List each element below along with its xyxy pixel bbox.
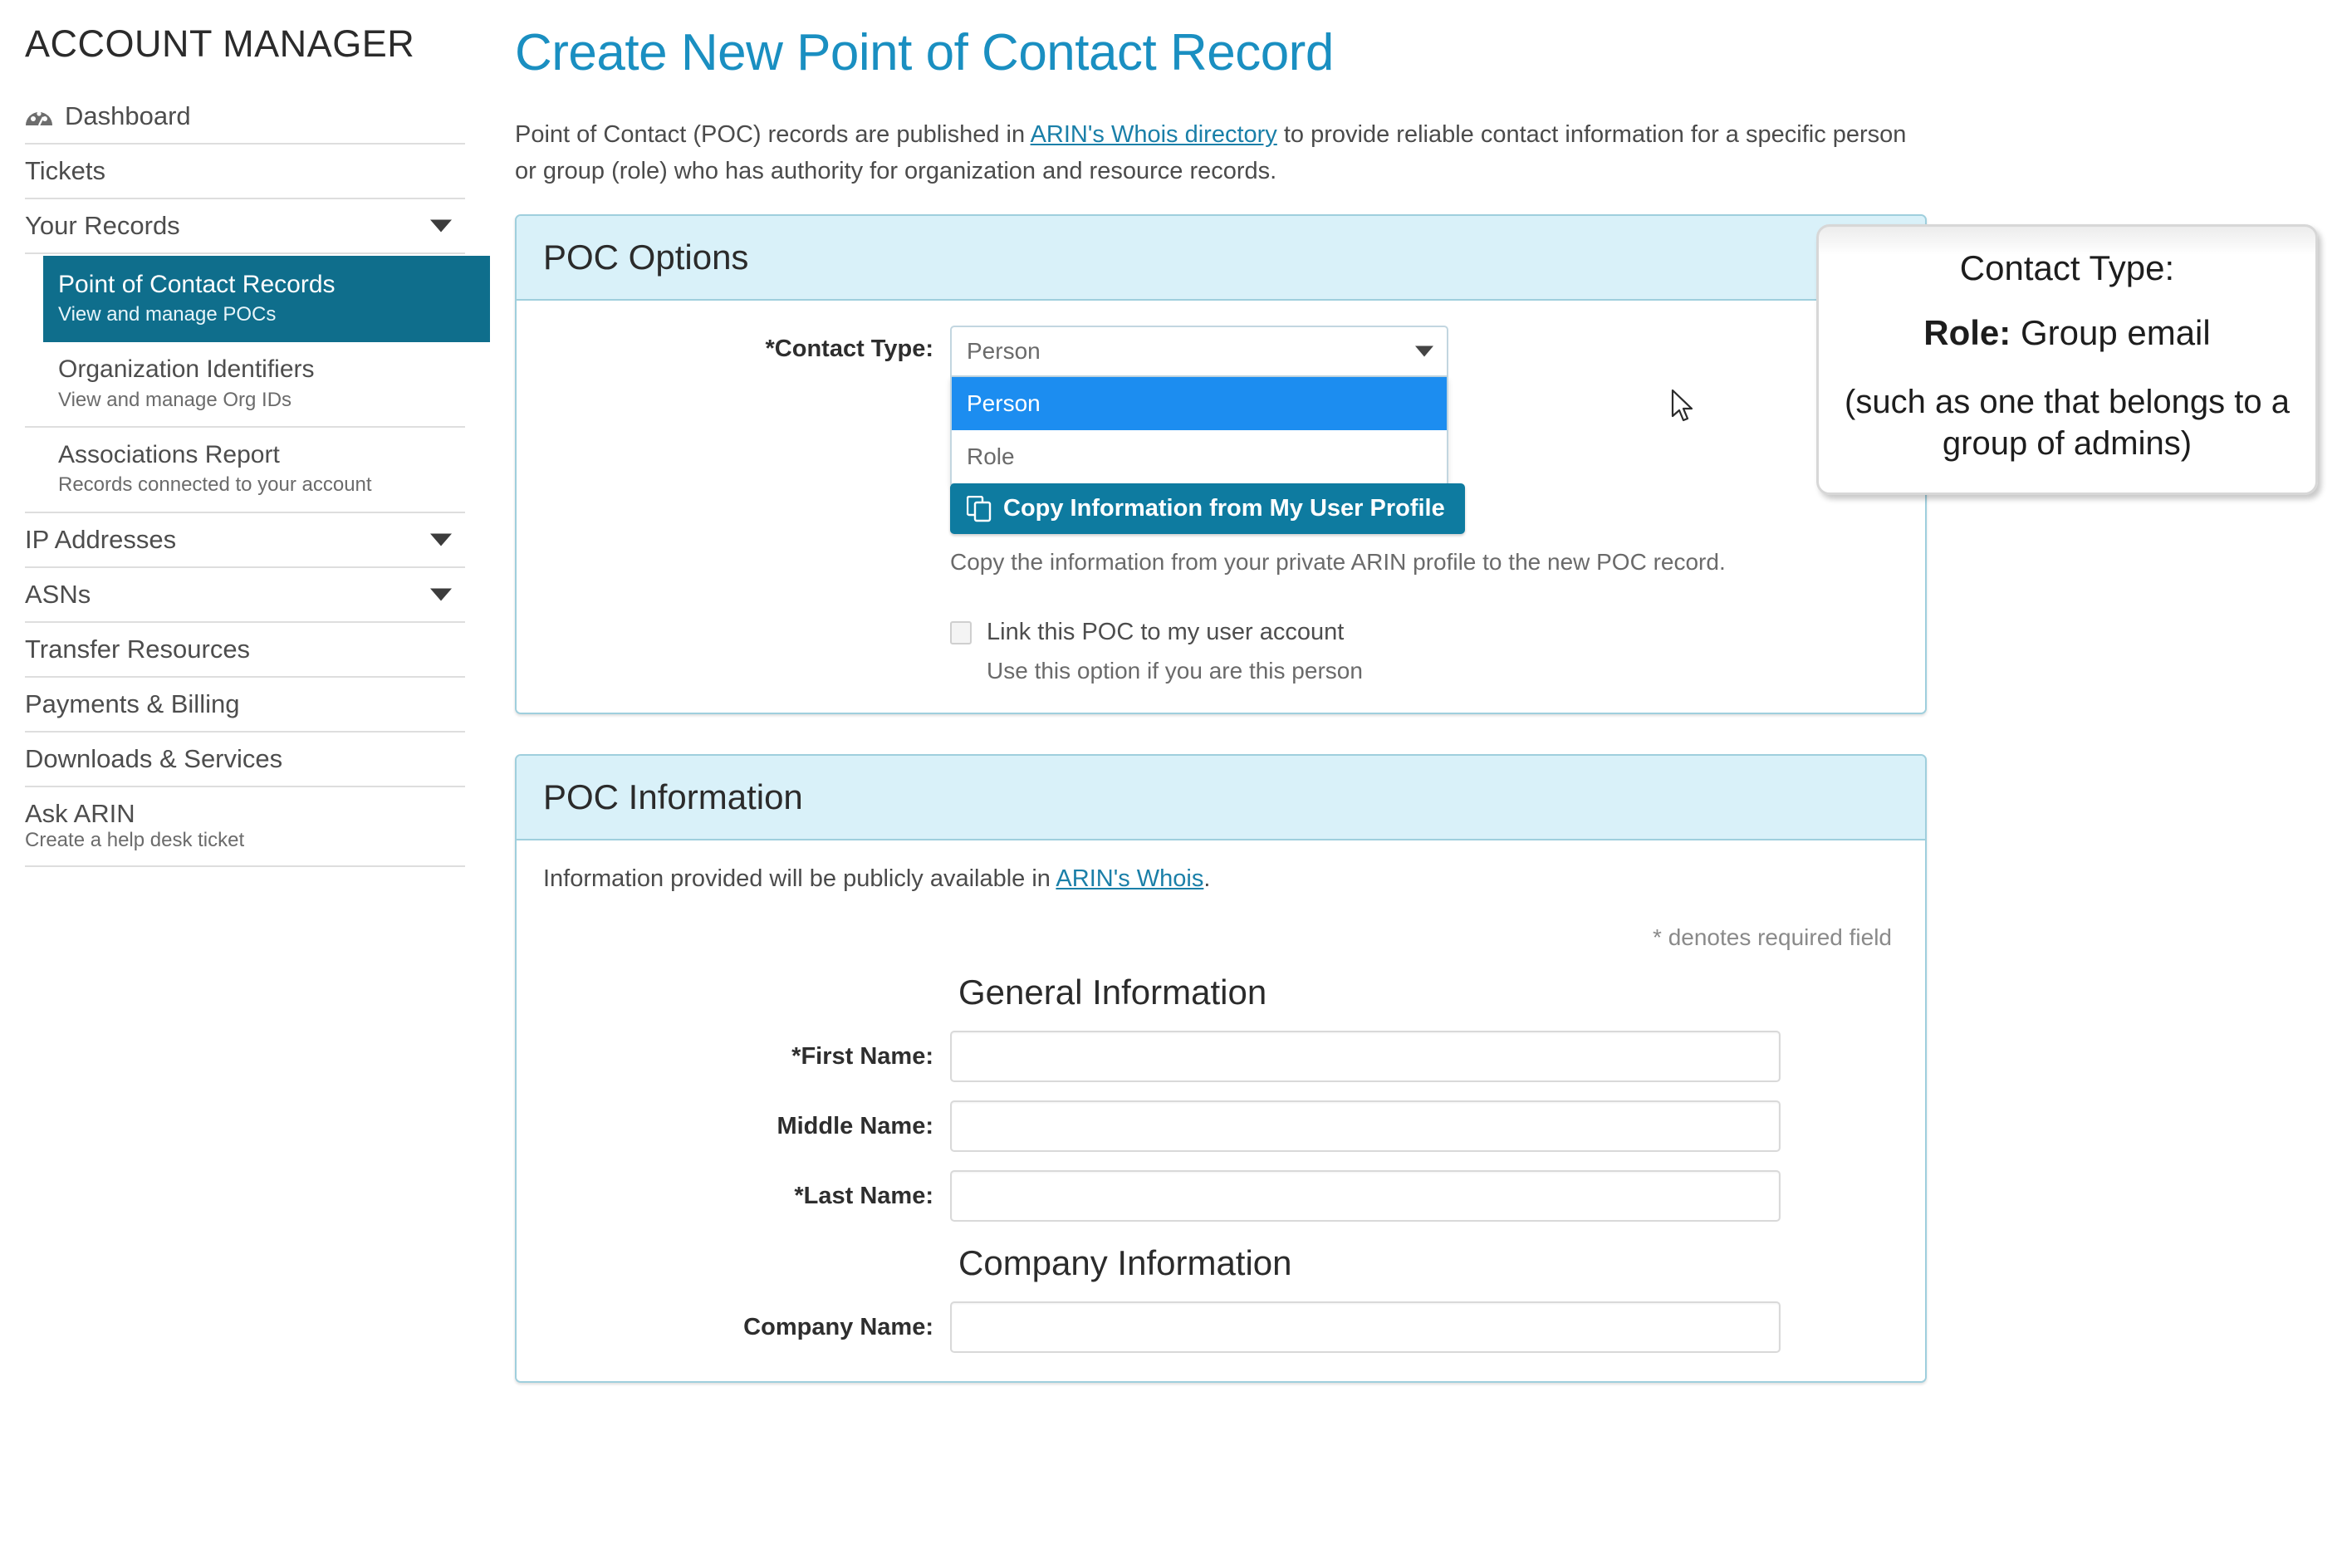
sidebar-title: ACCOUNT MANAGER xyxy=(25,22,415,65)
contact-type-label: *Contact Type: xyxy=(765,336,933,362)
sidebar-subitem-desc: Records connected to your account xyxy=(58,473,372,497)
sidebar-item-transfer-resources[interactable]: Transfer Resources xyxy=(25,623,465,678)
company-information-section-title: Company Information xyxy=(958,1243,1292,1282)
chevron-down-icon xyxy=(430,533,452,546)
callout-line-3: (such as one that belongs to a group of … xyxy=(1845,384,2290,462)
copy-button-label: Copy Information from My User Profile xyxy=(1003,495,1445,522)
poc-note-after: . xyxy=(1203,865,1211,892)
required-field-note: * denotes required field xyxy=(1653,924,1892,950)
poc-options-body: *Contact Type: Person Person Role Copy I… xyxy=(517,301,1925,713)
sidebar-item-organization-identifiers[interactable]: Organization Identifiers View and manage… xyxy=(25,342,465,428)
contact-type-field-row: *Contact Type: Person Person Role Copy I… xyxy=(543,326,1899,684)
dashboard-gauge-icon xyxy=(25,105,53,128)
link-poc-checkbox-sub: Use this option if you are this person xyxy=(987,658,1363,684)
last-name-label: *Last Name: xyxy=(794,1182,933,1209)
callout-line-2: Role: Group email xyxy=(1837,313,2297,353)
middle-name-row: Middle Name: xyxy=(543,1100,1899,1152)
first-name-row: *First Name: xyxy=(543,1031,1899,1082)
intro-paragraph: Point of Contact (POC) records are publi… xyxy=(515,117,1927,189)
sidebar-subitem-desc: View and manage POCs xyxy=(58,303,277,326)
contact-type-control: Person Person Role Copy Information from… xyxy=(950,326,1899,684)
page-title: Create New Point of Contact Record xyxy=(515,24,1334,81)
arin-whois-link[interactable]: ARIN's Whois xyxy=(1056,865,1203,892)
sidebar-item-point-of-contact-records[interactable]: Point of Contact Records View and manage… xyxy=(43,255,490,343)
callout-line-1: Contact Type: xyxy=(1959,248,2175,287)
sidebar-item-associations-report[interactable]: Associations Report Records connected to… xyxy=(25,428,465,513)
poc-information-body: Information provided will be publicly av… xyxy=(517,840,1925,1381)
sidebar-item-dashboard[interactable]: Dashboard xyxy=(25,90,465,145)
chevron-down-icon xyxy=(430,588,452,601)
callout-role-label: Role: xyxy=(1923,313,2011,352)
sidebar-item-label-tickets: Tickets xyxy=(25,155,106,185)
poc-options-panel: POC Options *Contact Type: Person Person… xyxy=(515,214,1927,714)
chevron-down-icon[interactable] xyxy=(1415,345,1433,357)
poc-note-before: Information provided will be publicly av… xyxy=(543,865,1056,892)
app-page: ACCOUNT MANAGER Dashboard Tickets Your R… xyxy=(0,0,2337,1568)
sidebar-item-desc-ask-arin: Create a help desk ticket xyxy=(25,828,245,851)
copy-information-from-my-user-profile-button[interactable]: Copy Information from My User Profile xyxy=(950,483,1465,534)
contact-type-selected-value: Person xyxy=(967,338,1041,364)
sidebar-item-label-dashboard: Dashboard xyxy=(65,100,191,130)
sidebar-subnav-your-records: Point of Contact Records View and manage… xyxy=(25,255,490,513)
general-information-section-title: General Information xyxy=(958,973,1267,1012)
poc-options-title: POC Options xyxy=(543,238,749,277)
sidebar-item-label-ip-addresses: IP Addresses xyxy=(25,524,177,554)
sidebar-item-tickets[interactable]: Tickets xyxy=(25,145,465,199)
poc-options-header: POC Options xyxy=(517,216,1925,301)
sidebar-item-label-transfer-resources: Transfer Resources xyxy=(25,634,251,664)
dropdown-option-role[interactable]: Role xyxy=(952,430,1447,483)
poc-information-note: Information provided will be publicly av… xyxy=(543,865,1899,893)
dropdown-option-person[interactable]: Person xyxy=(952,377,1447,430)
sidebar-item-asns[interactable]: ASNs xyxy=(25,568,465,623)
last-name-row: *Last Name: xyxy=(543,1170,1899,1222)
middle-name-input[interactable] xyxy=(950,1100,1781,1152)
poc-information-title: POC Information xyxy=(543,777,803,816)
contact-type-dropdown-list: Person Role xyxy=(950,377,1448,485)
mouse-cursor-icon xyxy=(1671,389,1696,427)
chevron-down-icon xyxy=(430,219,452,232)
middle-name-label: Middle Name: xyxy=(777,1112,933,1139)
sidebar: ACCOUNT MANAGER Dashboard Tickets Your R… xyxy=(0,0,490,1568)
sidebar-subitem-title: Associations Report xyxy=(58,440,280,468)
intro-text-before: Point of Contact (POC) records are publi… xyxy=(515,121,1031,148)
company-name-label: Company Name: xyxy=(743,1313,933,1340)
contact-type-select[interactable]: Person xyxy=(950,326,1448,377)
poc-information-panel: POC Information Information provided wil… xyxy=(515,754,1927,1383)
sidebar-subitem-desc: View and manage Org IDs xyxy=(58,388,292,411)
copy-helper-text: Copy the information from your private A… xyxy=(950,549,1726,575)
company-name-row: Company Name: xyxy=(543,1301,1899,1353)
sidebar-item-your-records[interactable]: Your Records xyxy=(25,199,465,254)
sidebar-item-label-payments-billing: Payments & Billing xyxy=(25,688,240,718)
link-poc-checkbox-row[interactable]: Link this POC to my user account xyxy=(950,619,1899,646)
contact-type-callout: Contact Type: Role: Group email (such as… xyxy=(1816,224,2318,495)
sidebar-subitem-title: Organization Identifiers xyxy=(58,355,315,384)
first-name-label: *First Name: xyxy=(791,1042,933,1070)
sidebar-item-label-your-records: Your Records xyxy=(25,210,180,240)
sidebar-item-ip-addresses[interactable]: IP Addresses xyxy=(25,513,465,568)
sidebar-subitem-title: Point of Contact Records xyxy=(58,270,336,298)
sidebar-nav: Dashboard Tickets Your Records Point of … xyxy=(0,90,490,867)
sidebar-item-downloads-services[interactable]: Downloads & Services xyxy=(25,733,465,787)
company-name-input[interactable] xyxy=(950,1301,1781,1353)
sidebar-item-label-asns: ASNs xyxy=(25,579,91,609)
link-poc-checkbox[interactable] xyxy=(950,620,972,644)
copy-icon xyxy=(966,495,992,522)
first-name-input[interactable] xyxy=(950,1031,1781,1082)
sidebar-item-payments-billing[interactable]: Payments & Billing xyxy=(25,678,465,733)
sidebar-item-label-ask-arin: Ask ARIN xyxy=(25,798,135,828)
sidebar-item-label-downloads-services: Downloads & Services xyxy=(25,743,283,773)
sidebar-item-ask-arin[interactable]: Ask ARIN Create a help desk ticket xyxy=(25,787,465,867)
link-poc-checkbox-label: Link this POC to my user account xyxy=(987,619,1345,645)
arin-whois-directory-link[interactable]: ARIN's Whois directory xyxy=(1031,121,1277,148)
poc-information-header: POC Information xyxy=(517,756,1925,840)
last-name-input[interactable] xyxy=(950,1170,1781,1222)
callout-role-value: Group email xyxy=(2011,313,2211,352)
